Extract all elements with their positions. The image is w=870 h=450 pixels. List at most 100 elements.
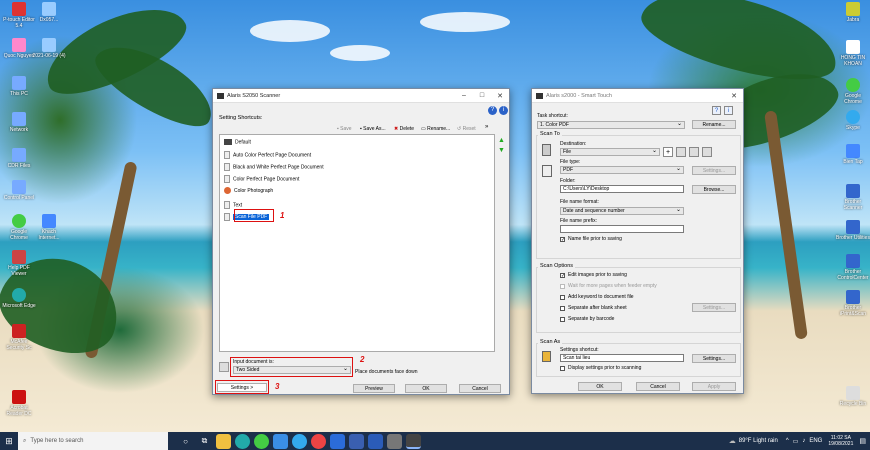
destination-select[interactable]: File [560, 148, 660, 156]
arrow-up-icon[interactable]: ▲ [498, 137, 505, 144]
chevron-double-icon[interactable]: » [485, 124, 488, 130]
arrow-down-icon[interactable]: ▼ [498, 147, 505, 154]
save-button[interactable]: ▪ Save [337, 126, 352, 132]
settings-shortcut-input[interactable]: Scan tai lieu [560, 354, 684, 362]
delete-button[interactable]: ✖ Delete [394, 126, 414, 132]
desktop-icon[interactable]: Brother Utilities [836, 220, 870, 241]
task-view-icon[interactable]: ⧉ [197, 434, 212, 449]
weather-icon[interactable]: ☁ [729, 437, 736, 445]
zalo-icon[interactable] [273, 433, 288, 449]
language-indicator[interactable]: ENG [809, 438, 822, 444]
wait-more-pages-checkbox[interactable]: Wait for more pages when feeder empty [560, 283, 657, 289]
desktop-icon[interactable]: Skype [836, 110, 870, 131]
separate-barcode-checkbox[interactable]: Separate by barcode [560, 316, 614, 322]
scan-options-settings-button[interactable]: Settings... [692, 303, 736, 312]
desktop-icon[interactable]: Microsoft Edge [2, 288, 36, 309]
display-settings-checkbox[interactable]: Display settings prior to scanning [560, 365, 641, 371]
info-icon[interactable]: i [499, 106, 508, 115]
cortana-icon[interactable]: ○ [178, 434, 193, 449]
shortcut-item[interactable]: Black and White Perfect Page Document [224, 163, 324, 171]
chevron-up-icon[interactable]: ^ [786, 438, 789, 444]
search-box[interactable]: ⌕ Type here to search [18, 432, 168, 450]
desktop-icon[interactable]: Quoc Nguyen [2, 38, 36, 59]
desktop-icon[interactable]: Khach Internet... [32, 214, 66, 241]
close-button[interactable]: ✕ [491, 89, 509, 103]
desktop-icon[interactable]: Bien Tap [836, 144, 870, 165]
minimize-button[interactable]: – [455, 89, 473, 103]
desktop-icon[interactable]: Network [2, 112, 36, 133]
edge-icon[interactable] [235, 433, 250, 449]
close-button[interactable]: ✕ [725, 89, 743, 103]
cancel-button[interactable]: Cancel [459, 384, 501, 393]
ok-button[interactable]: OK [578, 382, 622, 391]
info-icon[interactable]: i [724, 106, 733, 115]
shortcut-item[interactable]: Color Perfect Page Document [224, 175, 299, 183]
name-file-prior-checkbox[interactable]: ✓ Name file prior to saving [560, 236, 622, 242]
chrome-icon[interactable] [254, 433, 269, 449]
desktop-icon[interactable]: McAfee Security Sc [2, 324, 36, 351]
save-as-button[interactable]: ▪ Save As... [360, 126, 386, 132]
rename-button[interactable]: ▭ Rename... [421, 126, 450, 132]
desktop-icon[interactable]: Google Chrome [836, 78, 870, 105]
desktop-icon[interactable]: 2021-06-19 (4) [32, 38, 66, 59]
scanner-icon[interactable] [406, 433, 421, 449]
desktop-icon[interactable]: CDR Files [2, 148, 36, 169]
desktop-icon[interactable]: Jabra [836, 2, 870, 23]
help-icon[interactable]: ? [488, 106, 497, 115]
desktop-icon[interactable]: Dx057... [32, 2, 66, 23]
add-keyword-checkbox[interactable]: Add keyword to document file [560, 294, 634, 300]
help-icon[interactable]: ? [712, 106, 721, 115]
shortcut-item[interactable]: Auto Color Perfect Page Document [224, 151, 311, 159]
desktop-icon[interactable]: Brother iPrint&Scan [836, 290, 870, 317]
add-destination-icon[interactable]: + [663, 147, 673, 157]
desktop-icon[interactable]: Brother ControlCenter [836, 254, 870, 281]
desktop-icon[interactable]: This PC [2, 76, 36, 97]
copy-destination-icon[interactable] [689, 147, 699, 157]
desktop-icon[interactable]: HONG TIN KHOAN [836, 40, 870, 67]
maximize-button[interactable]: □ [473, 89, 491, 103]
teamviewer-icon[interactable] [330, 433, 345, 449]
delete-destination-icon[interactable] [702, 147, 712, 157]
desktop-icon[interactable]: Brother Scanner [836, 184, 870, 211]
desktop-icon[interactable]: Control Panel [2, 180, 36, 201]
volume-icon[interactable]: ♪ [802, 438, 805, 444]
sticky-notes-icon[interactable] [387, 433, 402, 449]
separate-blank-checkbox[interactable]: Separate after blank sheet [560, 305, 627, 311]
task-shortcut-select[interactable]: 1. Color PDF [537, 121, 685, 129]
desktop-icon[interactable]: Recycle Bin [836, 386, 870, 407]
start-button[interactable]: ⊞ [0, 432, 18, 450]
shortcut-item[interactable]: Default [224, 139, 251, 145]
weather-text[interactable]: 89°F Light rain [739, 438, 778, 444]
file-explorer-icon[interactable] [216, 433, 231, 449]
skype-icon[interactable] [292, 433, 307, 449]
desktop-icon[interactable]: Google Chrome [2, 214, 36, 241]
notification-icon[interactable]: ▤ [859, 437, 866, 445]
settings-shortcut-button[interactable]: Settings... [692, 354, 736, 363]
file-name-format-select[interactable]: Date and sequence number [560, 207, 684, 215]
edit-destination-icon[interactable] [676, 147, 686, 157]
apply-button[interactable]: Apply [692, 382, 736, 391]
file-type-settings-button[interactable]: Settings... [692, 166, 736, 175]
cancel-button[interactable]: Cancel [636, 382, 680, 391]
desktop-icon[interactable]: Help PDF Viewer [2, 250, 36, 277]
clock[interactable]: 11:02 SA 19/08/2021 [828, 435, 853, 447]
file-type-select[interactable]: PDF [560, 166, 684, 174]
shortcut-item[interactable]: Text [224, 201, 242, 209]
ok-button[interactable]: OK [405, 384, 447, 393]
folder-input[interactable]: C:\Users\LY\Desktop [560, 185, 684, 193]
chrome-icon[interactable] [311, 433, 326, 449]
shortcut-item[interactable]: Color Photograph [224, 187, 273, 194]
file-name-prefix-input[interactable] [560, 225, 684, 233]
brother-icon[interactable] [349, 433, 364, 449]
word-icon[interactable] [368, 433, 383, 449]
network-icon[interactable]: ▭ [793, 438, 799, 445]
reset-button[interactable]: ↺ Reset [457, 126, 476, 132]
rename-button[interactable]: Rename... [692, 120, 736, 129]
desktop-icon[interactable]: P-touch Editor 5.4 [2, 2, 36, 29]
preview-button[interactable]: Preview [353, 384, 395, 393]
edit-images-checkbox[interactable]: ✓ Edit images prior to saving [560, 272, 627, 278]
desktop-icon-label: P-touch Editor 5.4 [3, 17, 35, 29]
desktop-icon-label: Microsoft Edge [2, 303, 36, 309]
browse-button[interactable]: Browse... [692, 185, 736, 194]
desktop-icon[interactable]: Acrobat Reader DC [2, 390, 36, 417]
